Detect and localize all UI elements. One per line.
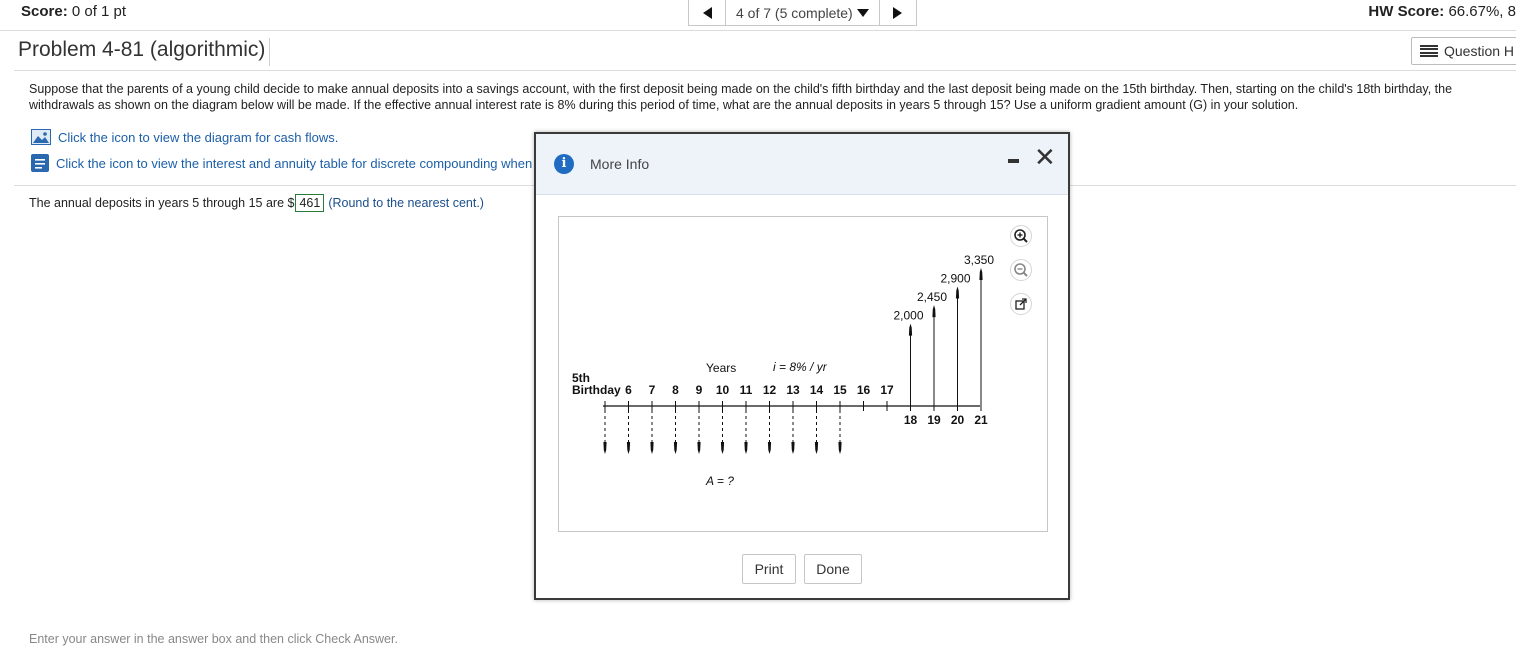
deposit-arrow — [626, 410, 631, 454]
deposit-arrow — [791, 410, 795, 454]
year-label: 6 — [625, 383, 632, 397]
withdrawal-arrow — [955, 286, 960, 406]
withdrawal-arrow — [908, 323, 913, 406]
score-value: 0 of 1 pt — [71, 3, 127, 20]
start-label-bottom: Birthday — [572, 383, 621, 397]
triangle-right-icon — [893, 6, 903, 19]
year-label: 11 — [740, 383, 753, 397]
deposit-arrow — [673, 410, 678, 454]
table-link-text[interactable]: Click the icon to view the interest and … — [56, 156, 532, 171]
deposit-arrow — [744, 410, 748, 454]
hw-score-label: HW Score: — [1368, 3, 1445, 20]
year-label: 16 — [857, 383, 871, 397]
more-info-dialog: i More Info ✕ Years i = 8% / yr 5th Birt… — [534, 132, 1070, 600]
withdrawal-labels: 2,000 2,450 2,900 3,350 — [893, 253, 994, 323]
print-button[interactable]: Print — [742, 554, 796, 584]
question-text: Suppose that the parents of a young chil… — [29, 82, 1453, 112]
deposit-arrow — [838, 410, 842, 454]
zoom-in-icon[interactable] — [1010, 225, 1032, 247]
dialog-header: i More Info ✕ — [536, 134, 1068, 195]
year-label: 10 — [716, 383, 730, 397]
year-label: 18 — [904, 413, 918, 427]
hw-score-display: HW Score: 66.67%, 8 — [1368, 3, 1516, 20]
year-label: 7 — [649, 383, 656, 397]
info-icon: i — [554, 154, 574, 174]
dialog-title: More Info — [590, 156, 650, 172]
table-link[interactable]: Click the icon to view the interest and … — [31, 154, 532, 172]
answer-prefix: The annual deposits in years 5 through 1… — [29, 196, 295, 210]
diagram-link-text[interactable]: Click the icon to view the diagram for c… — [58, 130, 338, 145]
popout-icon[interactable] — [1010, 293, 1032, 315]
triangle-left-icon — [702, 6, 712, 19]
rate-label: i = 8% / yr — [773, 360, 828, 374]
deposit-arrow — [697, 410, 701, 454]
minimize-icon[interactable] — [1008, 159, 1019, 163]
withdrawal-label: 2,900 — [940, 272, 970, 286]
year-label: 19 — [927, 413, 941, 427]
deposit-label: A = ? — [705, 474, 734, 488]
top-bar: Score: 0 of 1 pt 4 of 7 (5 complete) HW … — [0, 0, 1516, 26]
deposit-arrow — [603, 410, 607, 454]
deposit-arrow — [814, 410, 819, 454]
years-label: Years — [706, 361, 736, 375]
deposit-arrows — [603, 410, 842, 454]
book-icon[interactable] — [31, 154, 49, 172]
withdrawal-arrow — [932, 305, 936, 406]
question-position-text: 4 of 7 (5 complete) — [736, 4, 853, 21]
withdrawal-arrow — [979, 268, 983, 406]
upper-year-labels: 6 7 8 9 10 11 12 13 14 15 16 17 — [625, 383, 894, 397]
withdrawal-label: 3,350 — [964, 253, 994, 267]
question-help-label: Question H — [1444, 43, 1515, 59]
year-label: 8 — [672, 383, 679, 397]
triangle-down-icon — [856, 8, 869, 17]
done-button[interactable]: Done — [804, 554, 862, 584]
year-label: 12 — [763, 383, 777, 397]
image-icon[interactable] — [31, 129, 51, 145]
zoom-out-icon[interactable] — [1010, 259, 1032, 281]
divider — [0, 30, 1516, 31]
deposit-arrow — [767, 410, 772, 454]
withdrawal-label: 2,000 — [893, 309, 923, 323]
close-icon[interactable]: ✕ — [1034, 144, 1056, 170]
list-icon — [1420, 45, 1438, 57]
answer-hint: (Round to the nearest cent.) — [328, 196, 484, 210]
year-label: 21 — [974, 413, 988, 427]
question-navigator: 4 of 7 (5 complete) — [688, 0, 917, 26]
previous-question-button[interactable] — [689, 0, 725, 25]
diagram-link[interactable]: Click the icon to view the diagram for c… — [31, 129, 338, 145]
year-label: 9 — [696, 383, 703, 397]
year-label: 13 — [786, 383, 800, 397]
question-help-button[interactable]: Question H — [1411, 37, 1516, 65]
answer-input[interactable]: 461 — [295, 194, 325, 212]
hw-score-value: 66.67%, 8 — [1448, 3, 1516, 20]
next-question-button[interactable] — [880, 0, 916, 25]
problem-title: Problem 4-81 (algorithmic) — [18, 38, 271, 66]
score-display: Score: 0 of 1 pt — [21, 3, 126, 20]
year-label: 14 — [810, 383, 824, 397]
cash-flow-diagram: Years i = 8% / yr 5th Birthday A = ? 678… — [572, 253, 994, 488]
deposit-arrow — [720, 410, 725, 454]
lower-year-labels: 18 19 20 21 — [904, 413, 988, 427]
year-label: 15 — [833, 383, 847, 397]
answer-line: The annual deposits in years 5 through 1… — [29, 194, 484, 212]
question-position-dropdown[interactable]: 4 of 7 (5 complete) — [725, 0, 880, 25]
instruction-text: Enter your answer in the answer box and … — [29, 632, 398, 646]
cash-flow-diagram-frame: Years i = 8% / yr 5th Birthday A = ? 678… — [558, 216, 1048, 532]
year-label: 20 — [951, 413, 965, 427]
deposit-arrow — [650, 410, 654, 454]
divider — [14, 70, 1516, 71]
score-label: Score: — [21, 3, 68, 20]
withdrawal-arrows — [908, 268, 983, 406]
withdrawal-label: 2,450 — [917, 290, 947, 304]
year-label: 17 — [880, 383, 894, 397]
